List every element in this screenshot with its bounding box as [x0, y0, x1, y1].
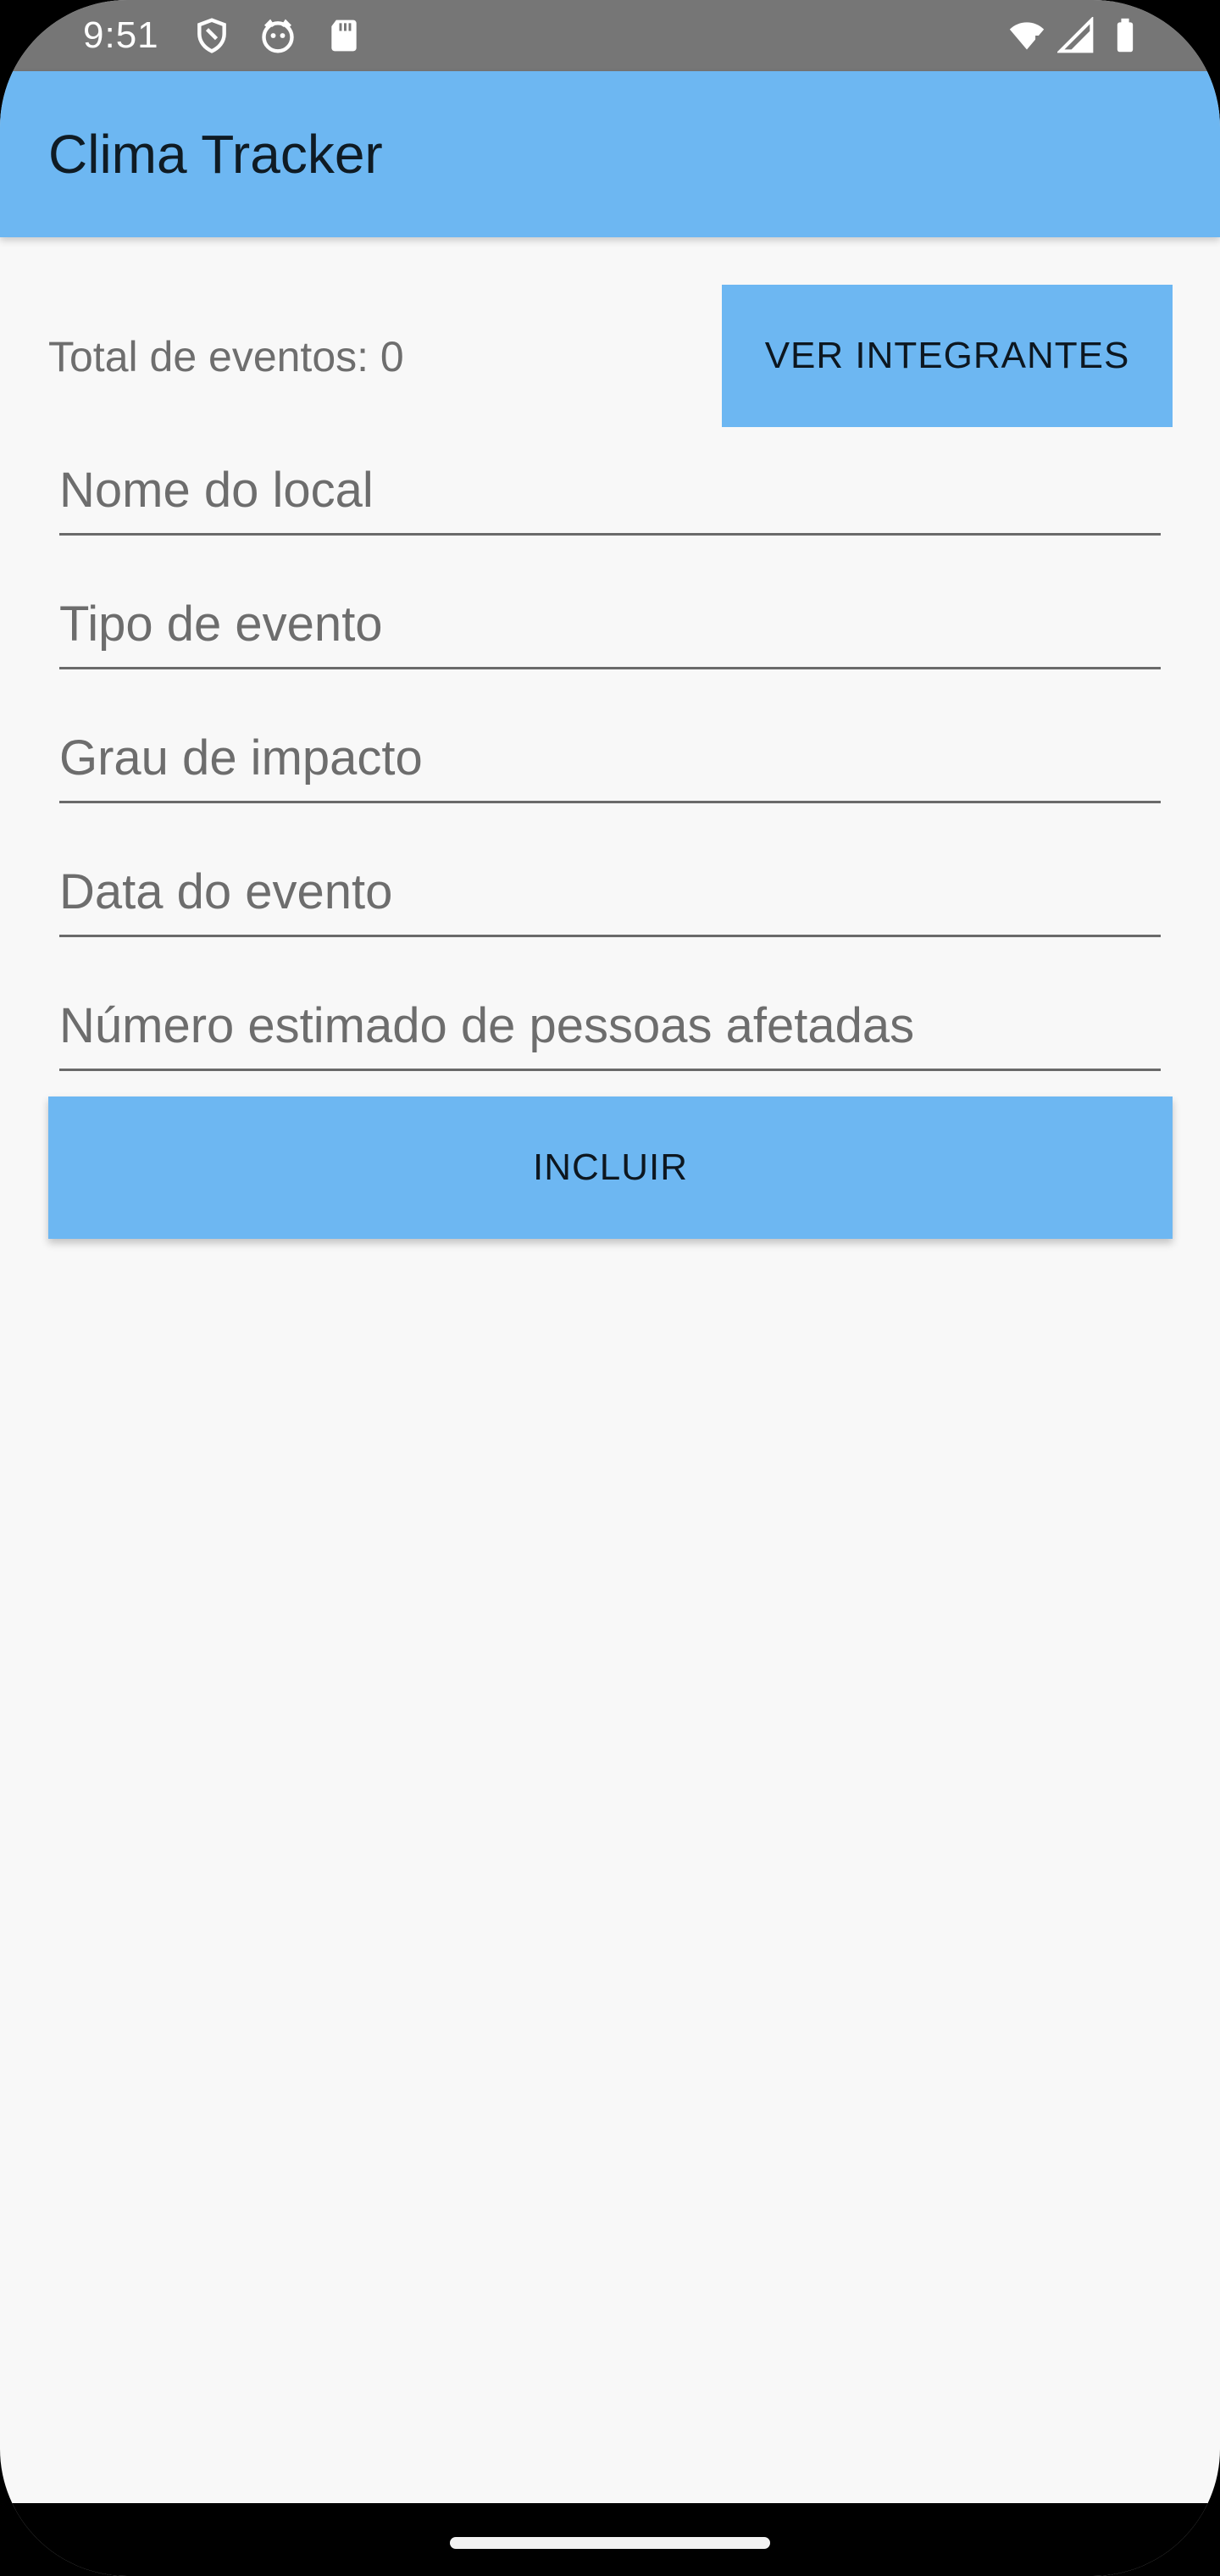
cat-icon: [259, 17, 297, 54]
affected-people-placeholder: Número estimado de pessoas afetadas: [59, 998, 915, 1053]
navigation-bar: [0, 2503, 1220, 2576]
status-bar: 9:51: [0, 0, 1220, 71]
include-button[interactable]: INCLUIR: [48, 1096, 1173, 1239]
total-events-label: Total de eventos: 0: [48, 333, 404, 380]
view-members-button[interactable]: VER INTEGRANTES: [722, 285, 1173, 427]
event-date-placeholder: Data do evento: [59, 864, 393, 919]
status-time: 9:51: [83, 14, 159, 56]
location-name-field[interactable]: Nome do local: [59, 452, 1161, 536]
impact-level-placeholder: Grau de impacto: [59, 730, 423, 786]
app-title: Clima Tracker: [48, 124, 383, 185]
event-date-field[interactable]: Data do evento: [59, 854, 1161, 937]
app-screen: 9:51 Clima Tracker Total de eventos: 0 V…: [0, 0, 1220, 2576]
shield-icon: [193, 17, 230, 54]
event-type-placeholder: Tipo de evento: [59, 597, 383, 652]
event-type-field[interactable]: Tipo de evento: [59, 586, 1161, 669]
affected-people-field[interactable]: Número estimado de pessoas afetadas: [59, 988, 1161, 1071]
sd-card-icon: [325, 17, 363, 54]
impact-level-field[interactable]: Grau de impacto: [59, 720, 1161, 803]
signal-icon: [1057, 17, 1095, 54]
wifi-icon: [1008, 17, 1045, 54]
location-name-placeholder: Nome do local: [59, 463, 374, 518]
app-bar: Clima Tracker: [0, 71, 1220, 237]
battery-icon: [1106, 17, 1144, 54]
home-indicator[interactable]: [450, 2537, 770, 2549]
